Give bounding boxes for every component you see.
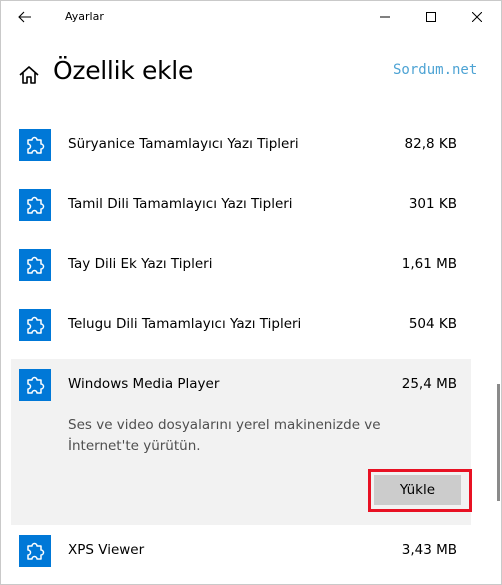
page-title: Özellik ekle [53,56,194,85]
scrollbar[interactable] [491,89,501,584]
feature-name: XPS Viewer [68,542,145,558]
feature-name: Windows Media Player [68,376,220,392]
maximize-button[interactable] [408,1,454,33]
list-item[interactable]: Süryanice Tamamlayıcı Yazı Tipleri 82,8 … [11,119,471,179]
maximize-icon [426,12,436,22]
list-item-expanded[interactable]: Windows Media Player 25,4 MB Ses ve vide… [11,359,472,525]
feature-size: 25,4 MB [401,376,457,392]
arrow-left-icon [18,11,31,23]
feature-size: 82,8 KB [404,136,457,152]
minimize-icon [380,16,390,18]
feature-tile [19,535,51,567]
feature-name: Tay Dili Ek Yazı Tipleri [68,256,213,272]
puzzle-piece-icon [27,542,45,560]
puzzle-piece-icon [27,376,45,394]
feature-name: Süryanice Tamamlayıcı Yazı Tipleri [68,136,299,152]
title-bar: Ayarlar [1,1,501,33]
feature-name: Telugu Dili Tamamlayıcı Yazı Tipleri [68,316,302,332]
feature-tile [19,369,51,401]
puzzle-piece-icon [27,196,45,214]
feature-size: 1,61 MB [401,256,457,272]
window-title: Ayarlar [65,10,104,23]
list-item[interactable]: Tamil Dili Tamamlayıcı Yazı Tipleri 301 … [11,179,471,239]
install-button[interactable]: Yükle [374,475,461,505]
feature-name: Tamil Dili Tamamlayıcı Yazı Tipleri [68,196,293,212]
settings-window: Ayarlar Özellik ekle Sordum.net Süryanic… [0,0,502,585]
list-item[interactable]: Tay Dili Ek Yazı Tipleri 1,61 MB [11,239,471,299]
feature-list: Süryanice Tamamlayıcı Yazı Tipleri 82,8 … [1,89,481,584]
close-icon [472,12,482,22]
home-icon [19,66,39,84]
watermark: Sordum.net [393,62,478,78]
back-button[interactable] [9,3,41,31]
list-item[interactable]: XPS Viewer 3,43 MB [11,525,471,584]
close-button[interactable] [454,1,500,33]
feature-size: 3,43 MB [401,542,457,558]
minimize-button[interactable] [362,1,408,33]
puzzle-piece-icon [27,136,45,154]
feature-tile [19,249,51,281]
scrollbar-thumb[interactable] [497,384,500,501]
feature-size: 504 KB [408,316,457,332]
home-button[interactable] [17,63,41,87]
feature-tile [19,309,51,341]
feature-size: 301 KB [408,196,457,212]
puzzle-piece-icon [27,316,45,334]
list-item[interactable]: Telugu Dili Tamamlayıcı Yazı Tipleri 504… [11,299,471,359]
puzzle-piece-icon [27,256,45,274]
feature-tile [19,129,51,161]
feature-description: Ses ve video dosyalarını yerel makineniz… [68,417,381,454]
list-item[interactable] [11,89,471,107]
feature-tile [19,189,51,221]
